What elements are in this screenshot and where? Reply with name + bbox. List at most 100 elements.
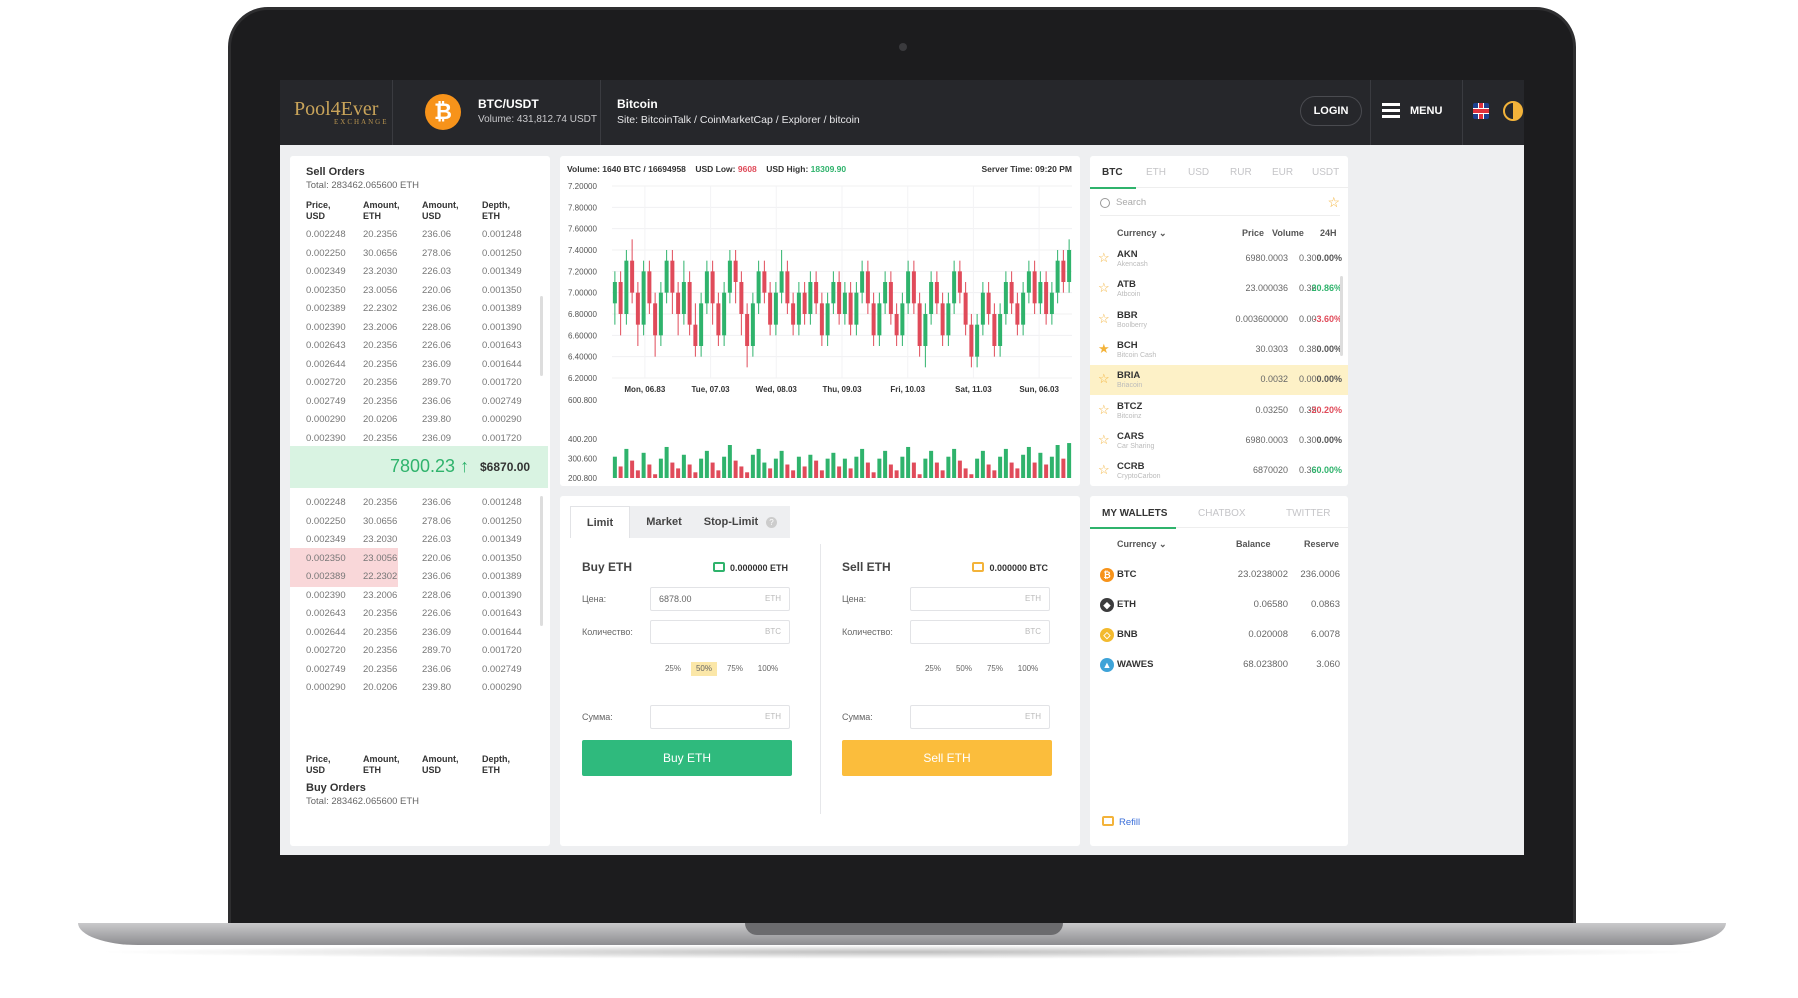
coin-site-links[interactable]: Site: BitcoinTalk / CoinMarketCap / Expl… — [617, 114, 860, 126]
volume-bar — [911, 462, 916, 478]
currency-change: -3.60% — [1313, 313, 1342, 324]
favorite-star-icon[interactable]: ☆ — [1098, 432, 1110, 448]
candle-body — [1015, 303, 1020, 325]
favorite-star-icon[interactable]: ☆ — [1098, 280, 1110, 296]
volume-bar — [860, 448, 865, 478]
laptop-shadow — [90, 945, 1710, 959]
scrollbar[interactable] — [1340, 276, 1343, 356]
logo-subtitle: EXCHANGE — [334, 118, 389, 126]
candle-body — [860, 271, 865, 293]
buy-price-input[interactable]: 6878.00 ETH — [650, 587, 790, 611]
theme-toggle-icon[interactable] — [1503, 101, 1523, 121]
pair-name[interactable]: BTC/USDT — [478, 97, 539, 111]
tab-twitter[interactable]: TWITTER — [1286, 508, 1330, 519]
buy-orders-header: Price, USD Amount, ETH Amount, USD Depth… — [306, 754, 546, 778]
volume-bar — [1067, 443, 1072, 478]
wallet-row[interactable]: ▲ WAWES 68.023800 3.060 — [1090, 650, 1348, 680]
currency-volume: 0.00 — [1298, 374, 1317, 385]
candlestick-chart[interactable]: 7.20000 7.80000 7.60000 7.40000 7.20000 7.000… — [560, 156, 1080, 486]
market-row[interactable]: ☆ BRIA Briacoin 0.0032 0.00 0.00% — [1090, 365, 1348, 396]
col-currency[interactable]: Currency ⌄ — [1117, 539, 1167, 550]
sell-form: Sell ETH 0.000000 BTC Цена: ЕТН Количест… — [820, 544, 1070, 834]
buy-qty-input[interactable]: BTC — [650, 620, 790, 644]
favorites-star-icon[interactable]: ☆ — [1327, 194, 1340, 211]
candle-body — [1003, 282, 1008, 314]
sell-eth-button[interactable]: Sell ETH — [842, 740, 1052, 776]
last-price-bar: 7800.23 ↑ $6870.00 — [290, 446, 548, 488]
buy-eth-button[interactable]: Buy ETH — [582, 740, 792, 776]
buy-pct-100[interactable]: 100% — [753, 662, 783, 676]
sell-price-input[interactable]: ЕТН — [910, 587, 1050, 611]
favorite-star-icon[interactable]: ☆ — [1098, 371, 1110, 387]
candle-body — [1026, 271, 1031, 293]
candle-body — [940, 303, 945, 336]
menu-button[interactable]: MENU — [1410, 105, 1442, 117]
candle-body — [957, 271, 962, 293]
volume-bar — [681, 454, 686, 478]
currency-code: ATB — [1117, 279, 1136, 291]
volume-bar — [779, 450, 784, 478]
favorite-star-icon[interactable]: ☆ — [1098, 311, 1110, 327]
tab-eur[interactable]: EUR — [1272, 167, 1293, 178]
favorite-star-icon[interactable]: ☆ — [1098, 402, 1110, 418]
volume-bar — [837, 466, 842, 478]
uk-flag-icon[interactable] — [1473, 103, 1489, 119]
tab-chatbox[interactable]: CHATBOX — [1198, 508, 1246, 519]
wallet-row[interactable]: ◆ ETH 0.06580 0.0863 — [1090, 590, 1348, 620]
favorite-star-icon[interactable]: ☆ — [1098, 462, 1110, 478]
login-button[interactable]: LOGIN — [1300, 96, 1362, 126]
logo[interactable]: Pool4Ever EXCHANGE — [294, 98, 389, 126]
buy-price-label: Цена: — [582, 594, 607, 604]
market-row[interactable]: ☆ AKN Akencash 6980.0003 0.30 0.00% — [1090, 244, 1348, 274]
tab-btc[interactable]: BTC — [1102, 167, 1123, 178]
order-row[interactable]: 0.000290 20.0206 239.80 0.000290 — [290, 677, 548, 698]
buy-orders-title: Buy Orders — [306, 782, 366, 794]
wallet-row[interactable]: ₿ BTC 23.0238002 236.0006 — [1090, 560, 1348, 590]
tab-eth[interactable]: ETH — [1146, 167, 1166, 178]
buy-sum-input[interactable]: ETH — [650, 705, 790, 729]
volume-bar — [624, 448, 629, 478]
market-search-input[interactable]: Search ☆ — [1100, 194, 1340, 216]
buy-pct-25[interactable]: 25% — [660, 662, 686, 676]
scrollbar[interactable] — [540, 296, 543, 376]
refill-link[interactable]: Refill — [1102, 816, 1140, 828]
market-row[interactable]: ☆ BBR Boolberry 0.003600000 0.00 -3.60% — [1090, 305, 1348, 335]
sell-pct-50[interactable]: 50% — [951, 662, 977, 676]
volume-bar — [986, 464, 991, 478]
tab-usdt[interactable]: USDT — [1312, 167, 1339, 178]
sell-pct-75[interactable]: 75% — [982, 662, 1008, 676]
currency-change: 0.00% — [1316, 343, 1342, 354]
favorite-star-icon[interactable]: ★ — [1098, 341, 1110, 357]
volume-tick-label: 600.800 — [568, 396, 597, 405]
scrollbar[interactable] — [540, 496, 543, 626]
currency-code: BTCZ — [1117, 400, 1143, 412]
order-book: Sell Orders Total: 283462.065600 ETH Pri… — [290, 156, 550, 846]
help-icon[interactable]: ? — [766, 517, 777, 528]
favorite-star-icon[interactable]: ☆ — [1098, 250, 1110, 266]
market-row[interactable]: ☆ CARS Car Sharing 6980.0003 0.30 0.00% — [1090, 426, 1348, 456]
sell-sum-input[interactable]: ETH — [910, 705, 1050, 729]
currency-volume: 0.38 — [1298, 343, 1317, 354]
market-row[interactable]: ☆ ATB Atbcoin 23.000036 0.36 20.86% — [1090, 274, 1348, 304]
buy-pct-50[interactable]: 50% — [691, 662, 717, 676]
tab-rur[interactable]: RUR — [1230, 167, 1252, 178]
buy-pct-75[interactable]: 75% — [722, 662, 748, 676]
volume-bar — [1009, 462, 1014, 478]
tab-my-wallets[interactable]: MY WALLETS — [1102, 508, 1167, 519]
hamburger-menu-icon[interactable] — [1382, 103, 1400, 119]
tab-usd[interactable]: USD — [1188, 167, 1209, 178]
sell-qty-input[interactable]: BTC — [910, 620, 1050, 644]
tab-market[interactable]: Market — [634, 506, 694, 538]
market-row[interactable]: ★ BCH Bitcoin Cash 30.0303 0.38 0.00% — [1090, 335, 1348, 365]
sell-pct-25[interactable]: 25% — [920, 662, 946, 676]
market-row[interactable]: ☆ BTCZ Bitcoinz 0.03250 0.35 -20.20% — [1090, 396, 1348, 426]
market-row[interactable]: ☆ CCRB CryptoCarbon 6870020 0.36 60.00% — [1090, 456, 1348, 486]
wallet-row[interactable]: ◇ BNB 0.020008 6.0078 — [1090, 620, 1348, 650]
candle-body — [1021, 292, 1026, 325]
tab-limit[interactable]: Limit — [570, 506, 630, 538]
candle-body — [854, 292, 859, 325]
col-currency[interactable]: Currency ⌄ — [1117, 228, 1167, 239]
currency-change: 20.86% — [1311, 283, 1342, 294]
sell-pct-100[interactable]: 100% — [1013, 662, 1043, 676]
tab-stop-limit[interactable]: Stop-Limit — [696, 506, 766, 538]
